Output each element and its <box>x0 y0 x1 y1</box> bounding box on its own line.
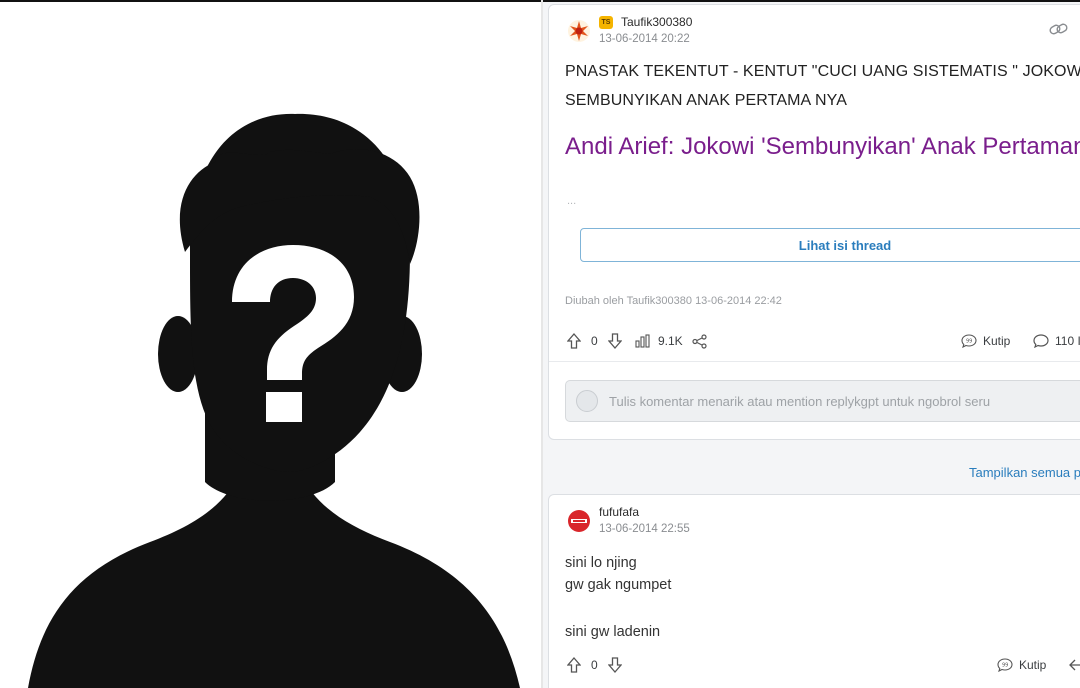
thread-title-line2: SEMBUNYIKAN ANAK PERTAMA NYA <box>565 92 847 109</box>
silhouette-question-mark-icon <box>28 113 520 688</box>
arrow-down-icon <box>608 333 622 349</box>
user-avatar-icon <box>576 390 598 412</box>
op-badge: TS <box>599 16 613 29</box>
comment-placeholder: Tulis komentar menarik atau mention repl… <box>609 394 991 409</box>
thread-title[interactable]: PNASTAK TEKENTUT - KENTUT "CUCI UANG SIS… <box>565 57 1080 115</box>
reply-arrow-icon <box>1069 659 1080 671</box>
quote-label: Kutip <box>983 334 1011 348</box>
content-ellipsis: ... <box>567 195 577 207</box>
share-icon <box>692 334 707 349</box>
downvote-button[interactable] <box>608 333 622 349</box>
reply-timestamp: 13-06-2014 22:55 <box>599 523 690 535</box>
reply-quote-button[interactable]: 99 Kutip <box>997 658 1046 672</box>
arrow-up-icon <box>567 657 581 673</box>
upvote-button[interactable] <box>567 333 581 349</box>
vote-count: 0 <box>591 334 598 348</box>
reply-vote-count: 0 <box>591 658 598 672</box>
forum-panel: TS Taufik300380 13-06-2014 20:22 PNASTAK… <box>543 2 1080 688</box>
view-thread-button[interactable]: Lihat isi thread <box>580 228 1080 262</box>
reply-card: fufufafa 13-06-2014 22:55 sini lo njing … <box>548 494 1080 688</box>
quote-icon: 99 <box>997 658 1013 672</box>
reply-downvote-button[interactable] <box>608 657 622 673</box>
thread-card: TS Taufik300380 13-06-2014 20:22 PNASTAK… <box>548 4 1080 440</box>
thread-title-line1: PNASTAK TEKENTUT - KENTUT "CUCI UANG SIS… <box>565 63 1080 80</box>
show-all-replies-link[interactable]: Tampilkan semua p <box>969 465 1080 480</box>
reply-quote-label: Kutip <box>1019 658 1047 672</box>
bar-chart-icon <box>635 334 650 348</box>
quote-button[interactable]: 99 Kutip <box>961 334 1010 348</box>
reply-text-line1: sini lo njing <box>565 555 637 571</box>
quote-icon: 99 <box>961 334 977 348</box>
op-avatar[interactable] <box>567 19 591 43</box>
reply-count-button[interactable]: 110 I <box>1033 334 1080 348</box>
article-link-title[interactable]: Andi Arief: Jokowi 'Sembunyikan' Anak Pe… <box>565 133 1080 161</box>
edited-note: Diubah oleh Taufik300380 13-06-2014 22:4… <box>565 295 782 307</box>
link-icon[interactable] <box>1049 22 1069 36</box>
card-separator <box>549 361 1080 362</box>
share-button[interactable] <box>692 334 707 349</box>
view-thread-label: Lihat isi thread <box>798 238 892 253</box>
reply-share-button[interactable] <box>1069 658 1080 672</box>
reply-text-line2: gw gak ngumpet <box>565 577 672 593</box>
reply-upvote-button[interactable] <box>567 657 581 673</box>
op-timestamp: 13-06-2014 20:22 <box>599 33 690 45</box>
arrow-down-icon <box>608 657 622 673</box>
reply-avatar[interactable] <box>567 509 591 533</box>
arrow-up-icon <box>567 333 581 349</box>
reply-text-line3: sini gw ladenin <box>565 624 661 640</box>
op-username[interactable]: Taufik300380 <box>621 15 692 29</box>
views-stat <box>635 334 651 348</box>
comment-input[interactable]: Tulis komentar menarik atau mention repl… <box>565 380 1080 422</box>
reply-count: 110 I <box>1055 334 1080 348</box>
svg-text:99: 99 <box>966 339 972 345</box>
anonymous-silhouette-image <box>0 2 541 688</box>
svg-text:99: 99 <box>1002 663 1008 669</box>
reply-username[interactable]: fufufafa <box>599 505 639 519</box>
views-count: 9.1K <box>658 334 683 348</box>
comment-icon <box>1033 334 1049 348</box>
